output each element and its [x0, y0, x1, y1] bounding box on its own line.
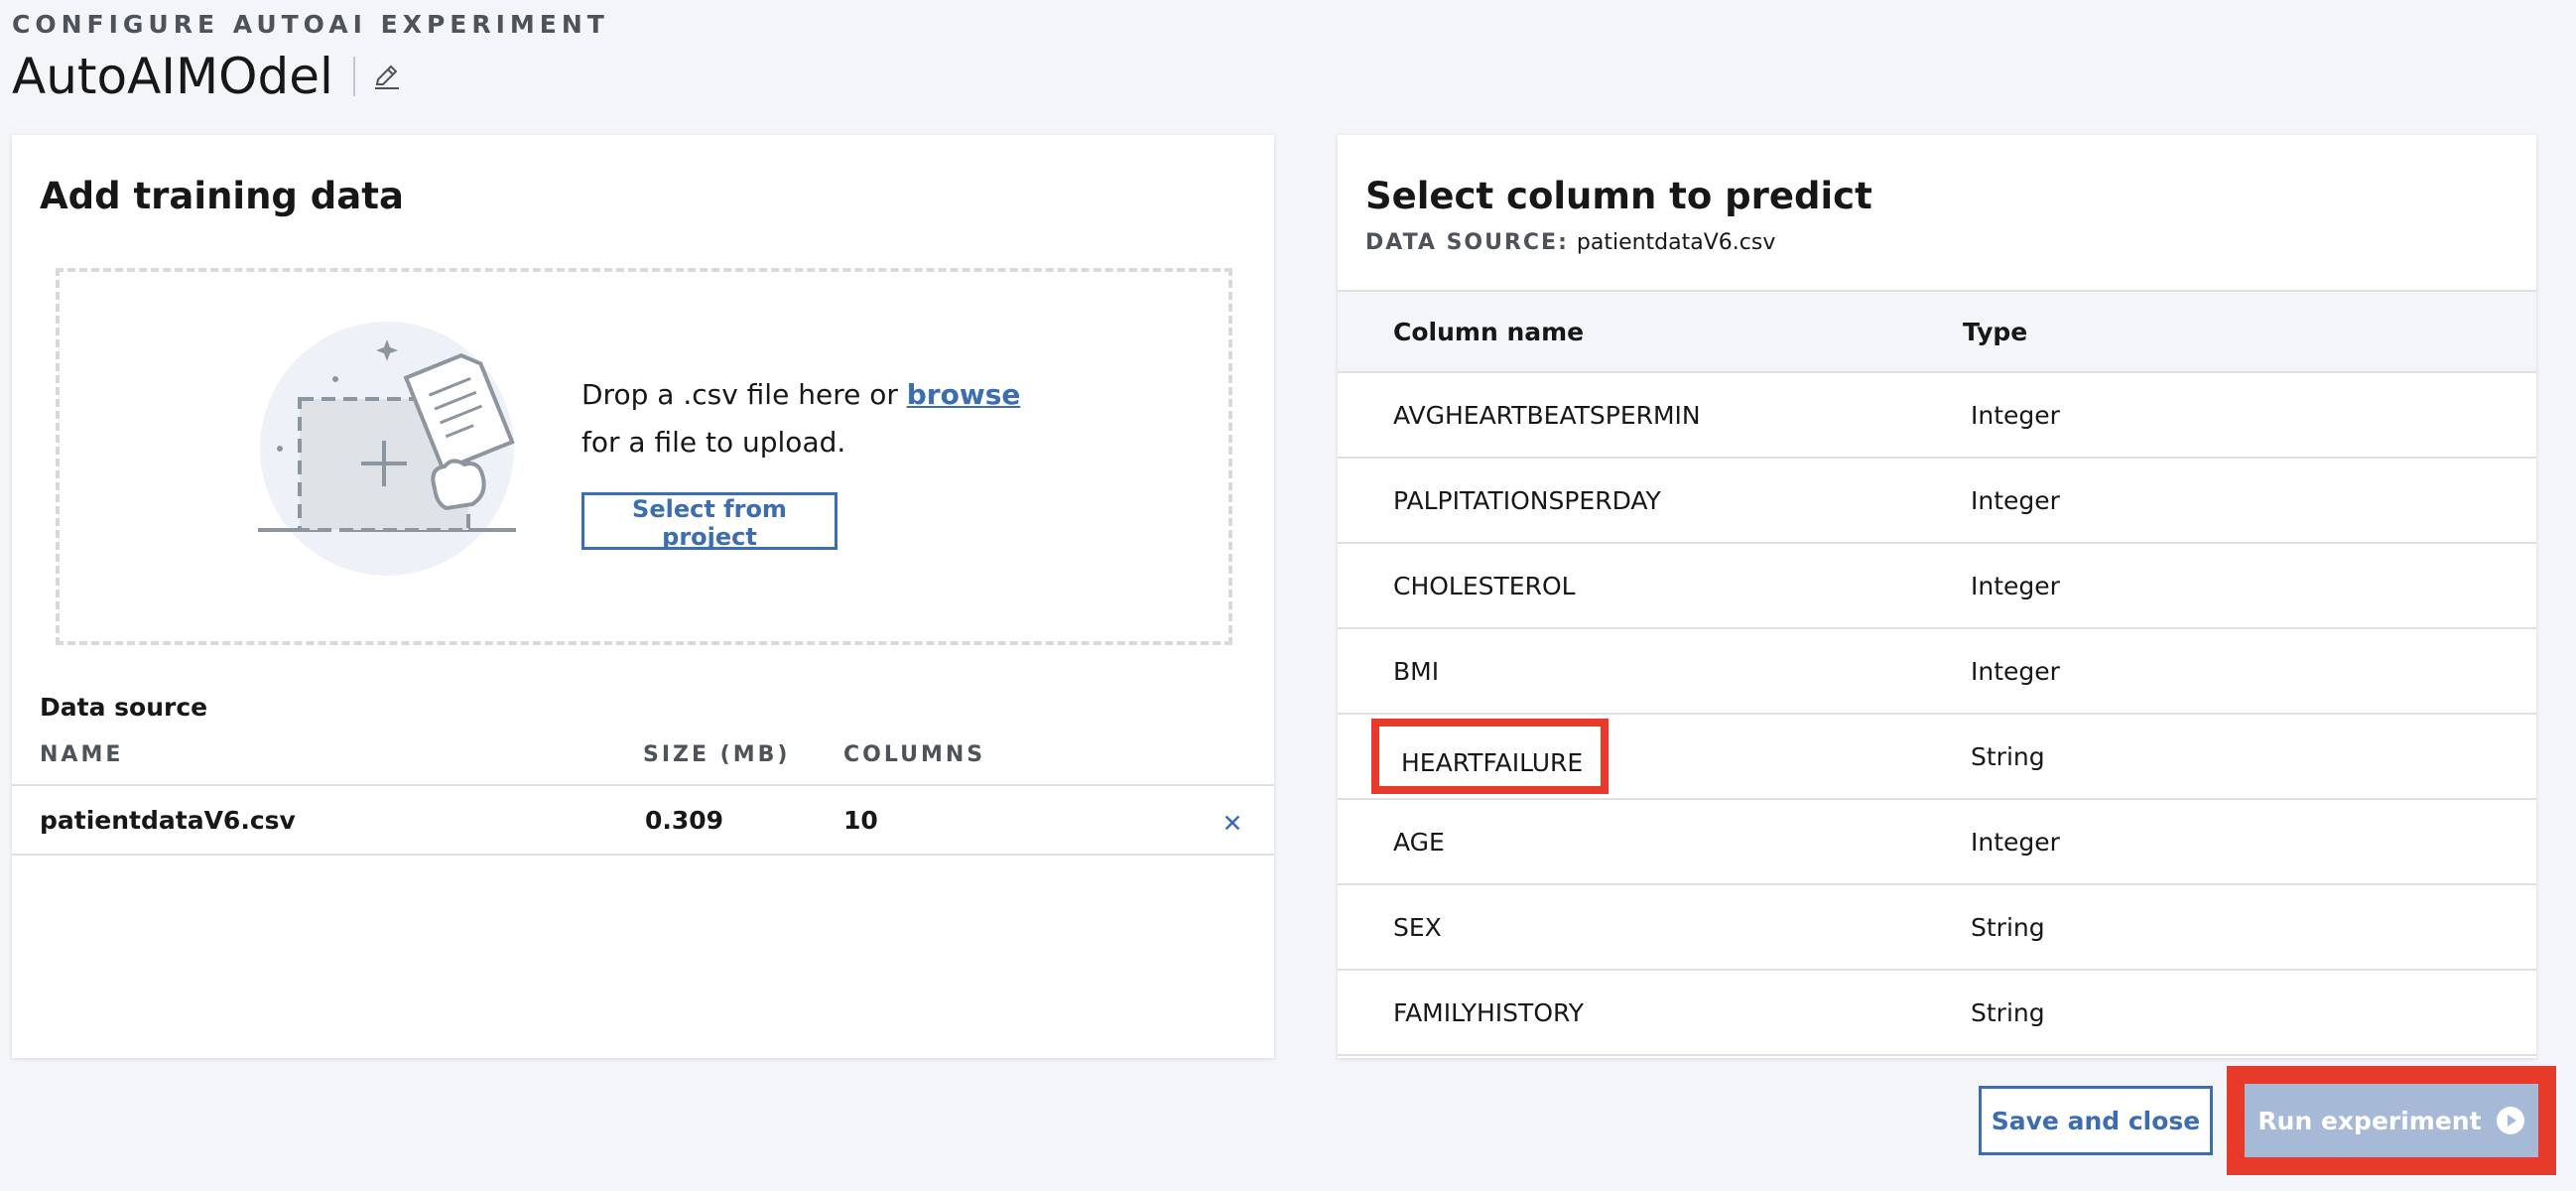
play-circle-icon — [2496, 1107, 2524, 1134]
data-source-row: patientdataV6.csv 0.309 10 ✕ — [12, 786, 1274, 856]
column-name: AGE — [1393, 828, 1445, 857]
edit-pencil-icon[interactable] — [371, 61, 403, 92]
column-name: FAMILYHISTORY — [1393, 998, 1585, 1027]
column-type: Integer — [1971, 572, 2060, 600]
select-from-project-button[interactable]: Select from project — [581, 492, 837, 551]
table-row[interactable]: BMI Integer — [1338, 629, 2536, 715]
data-source-value: patientdataV6.csv — [1576, 230, 1776, 255]
column-type: Integer — [1971, 401, 2060, 430]
file-name: patientdataV6.csv — [40, 806, 296, 835]
save-and-close-button[interactable]: Save and close — [1979, 1086, 2213, 1155]
run-experiment-button[interactable]: Run experiment — [2245, 1084, 2538, 1157]
data-source-line: DATA SOURCE: patientdataV6.csv — [1365, 230, 1775, 255]
upload-illustration-icon — [258, 322, 516, 576]
column-type: String — [1971, 998, 2045, 1027]
table-row[interactable]: AGE Integer — [1338, 800, 2536, 885]
column-name: PALPITATIONSPERDAY — [1393, 486, 1661, 515]
run-experiment-highlight: Run experiment — [2227, 1066, 2556, 1175]
predict-column-card: Select column to predict DATA SOURCE: pat… — [1338, 135, 2536, 1058]
title-divider — [352, 57, 355, 96]
column-type: Integer — [1971, 486, 2060, 515]
column-name: AVGHEARTBEATSPERMIN — [1393, 401, 1701, 430]
file-columns: 10 — [843, 806, 878, 835]
column-type: String — [1971, 742, 2045, 771]
data-source-label: Data source — [40, 693, 208, 722]
page-eyebrow: CONFIGURE AUTOAI EXPERIMENT — [12, 10, 609, 39]
drop-instructions: Drop a .csv file here or browse for a fi… — [581, 371, 1058, 466]
column-type: Integer — [1971, 657, 2060, 686]
column-name: HEARTFAILURE — [1371, 719, 1610, 794]
training-data-card: Add training data Drop a .csv file here … — [12, 135, 1274, 1058]
data-source-table-header: NAME SIZE (MB) COLUMNS — [12, 742, 1274, 786]
page: CONFIGURE AUTOAI EXPERIMENT AutoAIMOdel … — [0, 0, 2576, 1191]
column-name: CHOLESTEROL — [1393, 572, 1576, 600]
drop-text-suffix: for a file to upload. — [581, 426, 846, 459]
header-type: Type — [1963, 318, 2028, 346]
table-row-heartfailure-selected[interactable]: HEARTFAILURE String — [1338, 715, 2536, 800]
column-table: Column name Type AVGHEARTBEATSPERMIN Inte… — [1338, 290, 2536, 1056]
column-type: Integer — [1971, 828, 2060, 857]
page-title: AutoAIMOdel — [12, 48, 333, 105]
drop-text-prefix: Drop a .csv file here or — [581, 378, 907, 411]
table-row[interactable]: FAMILYHISTORY String — [1338, 971, 2536, 1056]
title-row: AutoAIMOdel — [12, 48, 403, 105]
remove-file-icon[interactable]: ✕ — [1215, 806, 1250, 842]
training-card-title: Add training data — [40, 175, 404, 217]
column-table-header: Column name Type — [1338, 290, 2536, 373]
table-row[interactable]: AVGHEARTBEATSPERMIN Integer — [1338, 373, 2536, 459]
header-size: SIZE (MB) — [643, 742, 791, 767]
run-experiment-label: Run experiment — [2257, 1106, 2482, 1135]
table-row[interactable]: PALPITATIONSPERDAY Integer — [1338, 459, 2536, 544]
predict-card-title: Select column to predict — [1365, 175, 1872, 217]
header-columns: COLUMNS — [843, 742, 986, 767]
file-dropzone[interactable]: Drop a .csv file here or browse for a fi… — [56, 268, 1232, 645]
table-row[interactable]: CHOLESTEROL Integer — [1338, 544, 2536, 629]
column-name: SEX — [1393, 913, 1442, 942]
header-column-name: Column name — [1393, 318, 1585, 346]
header-name: NAME — [40, 742, 124, 767]
column-type: String — [1971, 913, 2045, 942]
file-size: 0.309 — [645, 806, 724, 835]
column-name: BMI — [1393, 657, 1440, 686]
table-row[interactable]: SEX String — [1338, 885, 2536, 971]
data-source-key: DATA SOURCE: — [1365, 230, 1569, 255]
browse-link[interactable]: browse — [907, 378, 1021, 411]
